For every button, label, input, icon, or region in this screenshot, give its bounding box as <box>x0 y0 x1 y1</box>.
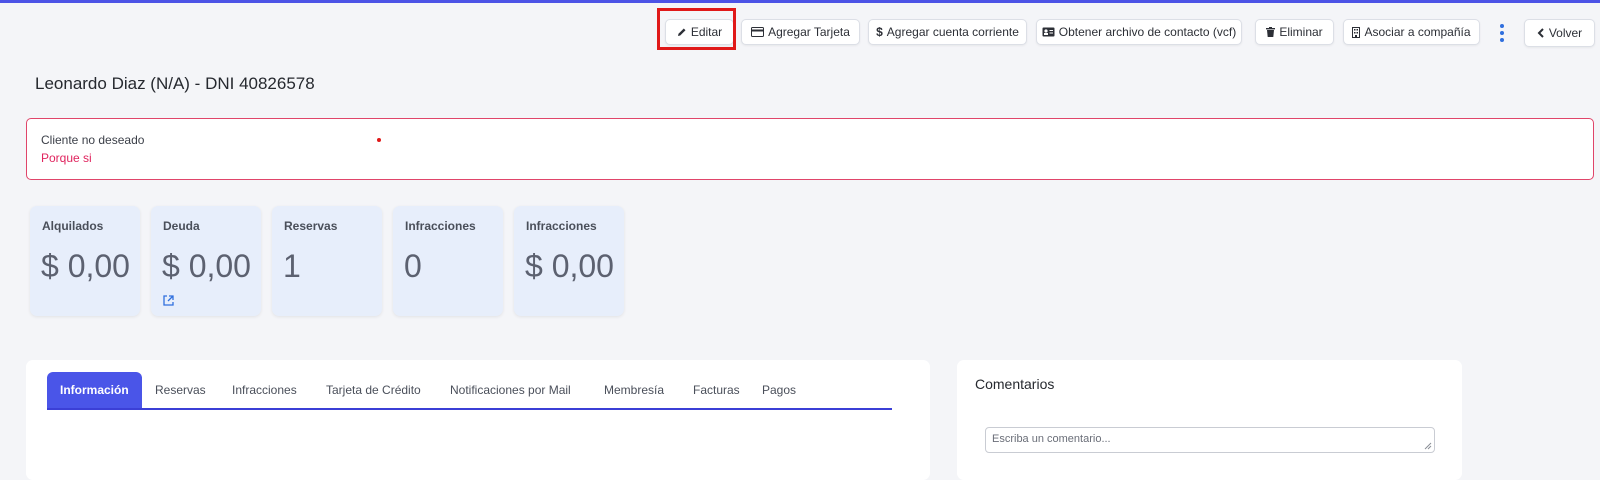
back-button-label: Volver <box>1548 26 1583 40</box>
edit-highlight-box <box>657 8 736 50</box>
unwanted-client-alert: Cliente no deseado Porque si <box>26 118 1594 180</box>
comment-input[interactable] <box>985 427 1435 453</box>
tab-infracciones[interactable]: Infracciones <box>232 372 297 408</box>
stat-label: Infracciones <box>526 219 597 233</box>
tab-facturas[interactable]: Facturas <box>693 372 740 408</box>
info-panel: Información Reservas Infracciones Tarjet… <box>26 360 930 480</box>
page-title: Leonardo Diaz (N/A) - DNI 40826578 <box>35 74 315 93</box>
stat-value: $ 0,00 <box>525 248 614 284</box>
resize-grip-icon[interactable] <box>1424 442 1432 450</box>
add-card-button-label: Agregar Tarjeta <box>768 25 850 39</box>
tab-bar: Información Reservas Infracciones Tarjet… <box>47 372 892 410</box>
dollar-icon: $ <box>876 25 883 39</box>
stat-label: Reservas <box>284 219 338 233</box>
comments-panel: Comentarios <box>957 360 1462 480</box>
delete-button[interactable]: Eliminar <box>1255 19 1334 45</box>
tab-reservas[interactable]: Reservas <box>155 372 206 408</box>
comments-title: Comentarios <box>975 376 1055 392</box>
back-button[interactable]: Volver <box>1524 19 1595 47</box>
stat-value: $ 0,00 <box>41 248 130 284</box>
tab-notificaciones-mail[interactable]: Notificaciones por Mail <box>450 372 571 408</box>
tab-pagos[interactable]: Pagos <box>762 372 796 408</box>
associate-company-button[interactable]: Asociar a compañía <box>1343 19 1480 45</box>
stat-card-infracciones-amount: Infracciones $ 0,00 <box>514 206 624 316</box>
tab-tarjeta-credito[interactable]: Tarjeta de Crédito <box>326 372 421 408</box>
alert-dot <box>377 138 381 142</box>
tab-informacion[interactable]: Información <box>47 372 142 408</box>
tab-membresia[interactable]: Membresía <box>604 372 664 408</box>
stat-label: Deuda <box>163 219 200 233</box>
stat-value: $ 0,00 <box>162 248 251 284</box>
add-card-button[interactable]: Agregar Tarjeta <box>741 19 860 45</box>
stat-card-deuda: Deuda $ 0,00 <box>151 206 261 316</box>
stat-label: Infracciones <box>405 219 476 233</box>
alert-reason: Porque si <box>41 151 92 165</box>
stat-card-infracciones-count: Infracciones 0 <box>393 206 503 316</box>
delete-button-label: Eliminar <box>1279 25 1323 39</box>
add-account-button[interactable]: $ Agregar cuenta corriente <box>868 19 1027 45</box>
credit-card-icon <box>751 27 765 37</box>
contact-card-icon <box>1042 27 1055 37</box>
stat-value: 0 <box>404 248 422 284</box>
vcf-download-button-label: Obtener archivo de contacto (vcf) <box>1058 25 1237 39</box>
add-account-button-label: Agregar cuenta corriente <box>886 25 1019 39</box>
action-toolbar: Editar Agregar Tarjeta $ Agregar cuenta … <box>0 19 1600 49</box>
stat-label: Alquilados <box>42 219 104 233</box>
trash-icon <box>1266 27 1276 37</box>
associate-company-button-label: Asociar a compañía <box>1364 25 1471 39</box>
alert-title: Cliente no deseado <box>41 133 145 147</box>
external-link-icon[interactable] <box>163 293 174 311</box>
stat-card-reservas: Reservas 1 <box>272 206 382 316</box>
more-options-icon[interactable] <box>1496 24 1508 42</box>
vcf-download-button[interactable]: Obtener archivo de contacto (vcf) <box>1036 19 1242 45</box>
building-icon <box>1352 26 1361 38</box>
stat-value: 1 <box>283 248 301 284</box>
stat-card-alquilados: Alquilados $ 0,00 <box>30 206 140 316</box>
chevron-left-icon <box>1537 28 1544 38</box>
top-accent-bar <box>0 0 1600 3</box>
